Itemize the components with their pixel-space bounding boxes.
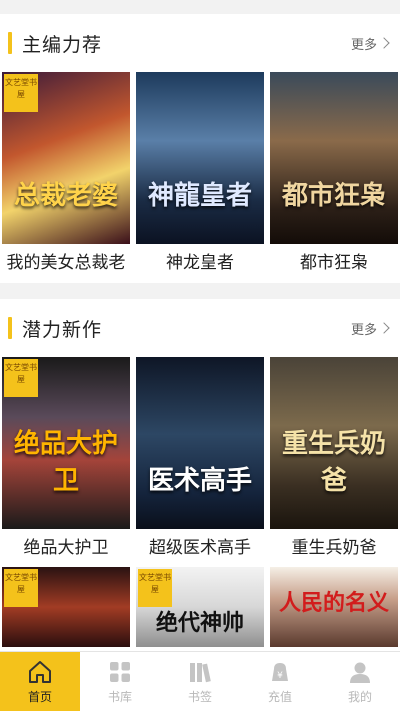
- more-link[interactable]: 更多: [350, 34, 390, 53]
- book-cover[interactable]: 医术高手: [136, 357, 264, 529]
- book-card[interactable]: 文艺堂书屋 绝品大护卫 绝品大护卫: [2, 357, 130, 567]
- tab-label: 书签: [187, 689, 212, 704]
- tab-home[interactable]: 首页: [0, 652, 80, 711]
- book-cover[interactable]: 文艺堂书屋: [2, 567, 130, 647]
- book-row: 文艺堂书屋 绝品大护卫 绝品大护卫 医术高手 超级医术高手 重生兵奶爸 重生兵奶…: [0, 357, 400, 567]
- publisher-badge: 文艺堂书屋: [4, 569, 38, 607]
- tab-profile[interactable]: 我的: [320, 652, 400, 711]
- book-cover[interactable]: 文艺堂书屋 绝代神帅: [136, 567, 264, 647]
- publisher-badge: 文艺堂书屋: [138, 569, 172, 607]
- grid-icon: [110, 661, 130, 682]
- editor-recommend-section: 主编力荐 更多 文艺堂书屋 总裁老婆 我的美女总裁老 神龍皇者 神龙皇者 都市狂…: [0, 14, 400, 283]
- tab-label: 书库: [107, 689, 132, 704]
- book-card[interactable]: 人民的名义: [270, 567, 398, 647]
- book-cover[interactable]: 重生兵奶爸: [270, 357, 398, 529]
- more-label: 更多: [350, 322, 377, 338]
- new-potential-section: 潜力新作 更多 文艺堂书屋 绝品大护卫 绝品大护卫 医术高手 超级医术高手 重生…: [0, 299, 400, 711]
- recharge-icon: ¥: [272, 662, 288, 681]
- cover-title: 神龍皇者: [147, 181, 252, 211]
- book-card[interactable]: 文艺堂书屋: [2, 567, 130, 647]
- book-title[interactable]: 神龙皇者: [136, 244, 264, 282]
- publisher-badge: 文艺堂书屋: [4, 359, 38, 397]
- section-header: 主编力荐 更多: [0, 14, 400, 72]
- cover-title: 人民的名义: [278, 590, 389, 616]
- book-cover[interactable]: 文艺堂书屋 绝品大护卫: [2, 357, 130, 529]
- book-cover[interactable]: 人民的名义: [270, 567, 398, 647]
- section-title: 主编力荐: [22, 33, 103, 56]
- more-label: 更多: [350, 37, 377, 53]
- chevron-right-icon: [378, 322, 390, 334]
- cover-title: 重生兵奶爸: [281, 429, 386, 496]
- svg-text:¥: ¥: [277, 671, 283, 681]
- section-title: 潜力新作: [22, 318, 103, 341]
- section-header: 潜力新作 更多: [0, 299, 400, 357]
- book-card[interactable]: 文艺堂书屋 总裁老婆 我的美女总裁老: [2, 72, 130, 282]
- tab-label: 首页: [27, 689, 52, 704]
- cover-title: 绝品大护卫: [13, 429, 118, 496]
- book-title[interactable]: 我的美女总裁老: [2, 244, 130, 282]
- tab-bookmarks[interactable]: 书签: [160, 652, 240, 711]
- book-title[interactable]: 绝品大护卫: [2, 529, 130, 567]
- cover-title: 绝代神帅: [155, 610, 244, 636]
- bottom-tab-bar: 首页 书库 书签 ¥ 充值 我的: [0, 651, 400, 711]
- tab-label: 充值: [267, 689, 292, 704]
- book-row: 文艺堂书屋 总裁老婆 我的美女总裁老 神龍皇者 神龙皇者 都市狂枭 都市狂枭: [0, 72, 400, 282]
- book-cover[interactable]: 都市狂枭: [270, 72, 398, 244]
- section-accent-bar: [8, 317, 12, 339]
- tab-recharge[interactable]: ¥ 充值: [240, 652, 320, 711]
- user-icon: [350, 662, 370, 683]
- book-title[interactable]: 重生兵奶爸: [270, 529, 398, 567]
- book-cover[interactable]: 文艺堂书屋 总裁老婆: [2, 72, 130, 244]
- chevron-right-icon: [378, 37, 390, 49]
- cover-title: 都市狂枭: [281, 181, 386, 211]
- cover-title: 医术高手: [147, 466, 252, 496]
- tab-library[interactable]: 书库: [80, 652, 160, 711]
- publisher-badge: 文艺堂书屋: [4, 74, 38, 112]
- book-title[interactable]: 超级医术高手: [136, 529, 264, 567]
- book-row: 文艺堂书屋 文艺堂书屋 绝代神帅 人民的名义: [0, 567, 400, 647]
- section-divider: [0, 283, 400, 299]
- top-spacer: [0, 0, 400, 14]
- books-icon: [190, 662, 211, 682]
- book-card[interactable]: 重生兵奶爸 重生兵奶爸: [270, 357, 398, 567]
- book-cover[interactable]: 神龍皇者: [136, 72, 264, 244]
- home-icon: [29, 660, 51, 683]
- cover-title: 总裁老婆: [13, 181, 118, 211]
- section-accent-bar: [8, 32, 12, 54]
- more-link[interactable]: 更多: [350, 319, 390, 338]
- book-card[interactable]: 医术高手 超级医术高手: [136, 357, 264, 567]
- book-card[interactable]: 神龍皇者 神龙皇者: [136, 72, 264, 282]
- book-card[interactable]: 文艺堂书屋 绝代神帅: [136, 567, 264, 647]
- book-card[interactable]: 都市狂枭 都市狂枭: [270, 72, 398, 282]
- book-title[interactable]: 都市狂枭: [270, 244, 398, 282]
- tab-label: 我的: [347, 689, 372, 704]
